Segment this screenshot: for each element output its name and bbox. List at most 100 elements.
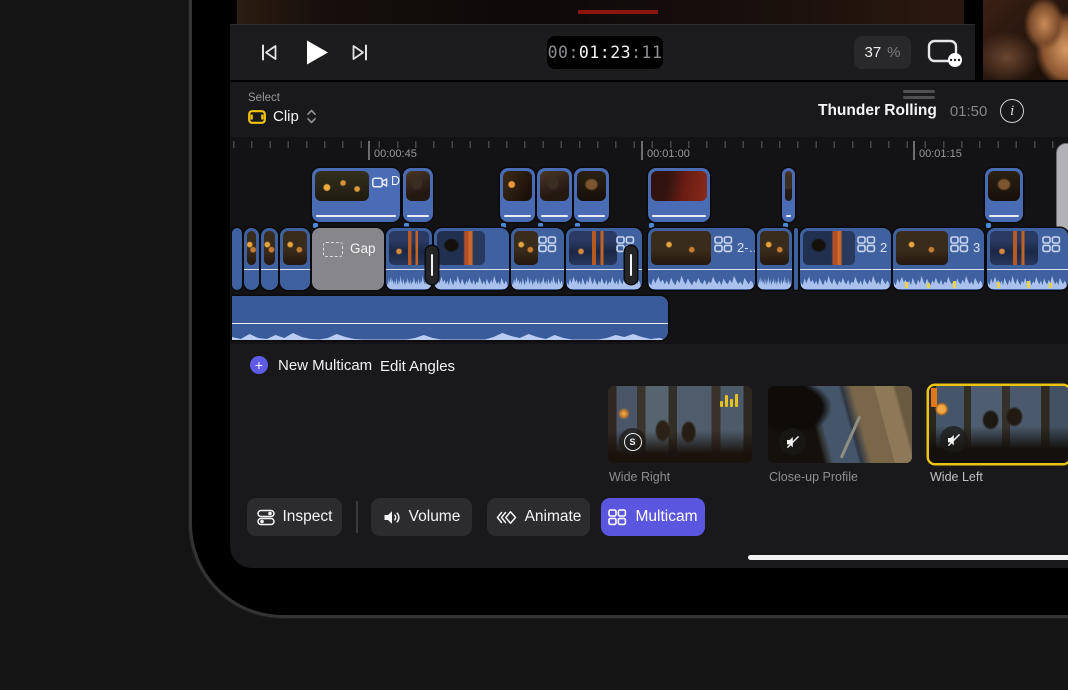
timeline-clip[interactable]: 2 xyxy=(800,228,891,290)
timeline-clip[interactable] xyxy=(244,228,259,290)
video-camera-icon xyxy=(372,176,388,189)
volume-line[interactable] xyxy=(261,269,278,271)
skip-forward-icon[interactable] xyxy=(350,43,370,62)
new-multicam-label: New Multicam xyxy=(278,357,372,374)
clip-thumbnail xyxy=(803,231,855,265)
clip-thumbnail xyxy=(760,231,789,265)
speed-value: 37 xyxy=(864,44,881,61)
timeline-clip[interactable] xyxy=(757,228,792,290)
multicam-label: Multicam xyxy=(635,508,697,526)
clip-thumbnail xyxy=(896,231,948,265)
clip-thumbnail xyxy=(990,231,1038,265)
multicam-grid-icon xyxy=(950,236,969,253)
clip-underline xyxy=(652,215,706,218)
timeline-clip[interactable]: 2-… xyxy=(648,228,755,290)
animate-label: Animate xyxy=(525,508,582,526)
clip-underline xyxy=(989,215,1019,218)
timeline-scroll-handle[interactable] xyxy=(1056,143,1068,235)
audio-waveform xyxy=(387,270,431,289)
angle-label: Wide Right xyxy=(609,470,670,484)
audio-waveform xyxy=(649,270,754,289)
play-button[interactable] xyxy=(305,39,330,66)
connected-clip[interactable]: D xyxy=(312,168,400,222)
edit-point-handle[interactable] xyxy=(426,246,438,284)
audio-waveform xyxy=(435,270,508,289)
multicam-grid-icon xyxy=(714,236,733,253)
angle-label: Close-up Profile xyxy=(769,470,858,484)
gap-icon xyxy=(323,242,343,257)
timeline-clip[interactable] xyxy=(987,228,1068,290)
animate-button[interactable]: Animate xyxy=(487,498,590,536)
clip-thumbnail xyxy=(315,171,369,201)
timeline-clip[interactable]: 3 xyxy=(893,228,984,290)
volume-line[interactable] xyxy=(244,269,259,271)
volume-label: Volume xyxy=(409,508,461,526)
connected-clip[interactable] xyxy=(782,168,795,222)
timeline-clip[interactable] xyxy=(511,228,564,290)
loud-audio-peak xyxy=(1027,281,1030,288)
muted-badge xyxy=(779,428,806,455)
project-title: Thunder Rolling xyxy=(818,102,937,120)
microphone-stand xyxy=(839,415,860,458)
connected-clip[interactable] xyxy=(985,168,1023,222)
clip-thumbnail xyxy=(540,171,569,201)
volume-button[interactable]: Volume xyxy=(371,498,472,536)
loud-audio-peak xyxy=(905,282,908,288)
volume-line[interactable] xyxy=(280,269,310,271)
gap-label: Gap xyxy=(350,241,376,256)
timeline-clip[interactable] xyxy=(280,228,310,290)
clip-underline xyxy=(316,215,396,218)
multicam-angle-wide-left[interactable] xyxy=(929,386,1068,463)
audio-waveform xyxy=(801,270,890,289)
timeline-clip[interactable] xyxy=(794,228,798,290)
clip-thumbnail xyxy=(247,231,256,265)
clip-role-icon xyxy=(248,110,266,124)
timeline-clip[interactable] xyxy=(232,228,242,290)
viewer-overlay-options-icon[interactable] xyxy=(926,38,964,68)
connected-clip[interactable] xyxy=(500,168,535,222)
lamp-highlight xyxy=(931,388,937,407)
muted-badge xyxy=(940,426,967,453)
volume-line[interactable] xyxy=(232,323,668,325)
timeline-ruler[interactable] xyxy=(233,141,1068,148)
clip-thumbnail xyxy=(283,231,307,265)
timeline-clip[interactable] xyxy=(261,228,278,290)
angle-label: Wide Left xyxy=(930,470,983,484)
timecode-main: 01:23 xyxy=(579,43,631,62)
timecode-frames: :11 xyxy=(631,43,662,62)
timecode-display[interactable]: 00:01:23:11 xyxy=(547,36,663,69)
connected-clip[interactable] xyxy=(648,168,710,222)
skip-back-icon[interactable] xyxy=(259,43,279,62)
timeline-clip[interactable] xyxy=(434,228,509,290)
inspector-icon xyxy=(257,509,275,526)
info-icon[interactable]: i xyxy=(1000,99,1024,123)
multicam-button[interactable]: Multicam xyxy=(601,498,705,536)
keyframe-animate-icon xyxy=(496,509,517,526)
playback-speed-control[interactable]: 37 % xyxy=(854,36,911,69)
multicam-angle-closeup-profile[interactable] xyxy=(768,386,912,463)
audio-waveform xyxy=(512,270,563,289)
clip-thumbnail xyxy=(577,171,606,201)
clip-underline xyxy=(786,215,791,218)
multicam-angle-wide-right[interactable]: S xyxy=(608,386,752,463)
select-label: Select xyxy=(248,92,280,104)
new-multicam-button[interactable]: + New Multicam xyxy=(250,356,372,374)
clip-underline xyxy=(407,215,429,218)
horizontal-scrollbar[interactable] xyxy=(748,555,1068,560)
gap-clip[interactable]: Gap xyxy=(312,228,384,290)
connected-clip[interactable] xyxy=(574,168,609,222)
clip-thumbnail xyxy=(569,231,617,265)
audio-clip[interactable] xyxy=(232,296,668,340)
connected-clip[interactable] xyxy=(403,168,433,222)
chevron-up-down-icon xyxy=(306,108,317,125)
clip-thumbnail xyxy=(651,171,707,201)
select-mode-dropdown[interactable]: Clip xyxy=(248,108,317,125)
connected-clip[interactable] xyxy=(537,168,572,222)
clip-thumbnail xyxy=(389,231,429,265)
clip-label: 3 xyxy=(973,240,980,255)
edit-point-handle[interactable] xyxy=(625,246,637,284)
multicam-grid-icon xyxy=(538,236,557,253)
audio-waveform xyxy=(232,325,668,340)
inspect-button[interactable]: Inspect xyxy=(247,498,342,536)
edit-angles-button[interactable]: Edit Angles xyxy=(380,358,455,375)
